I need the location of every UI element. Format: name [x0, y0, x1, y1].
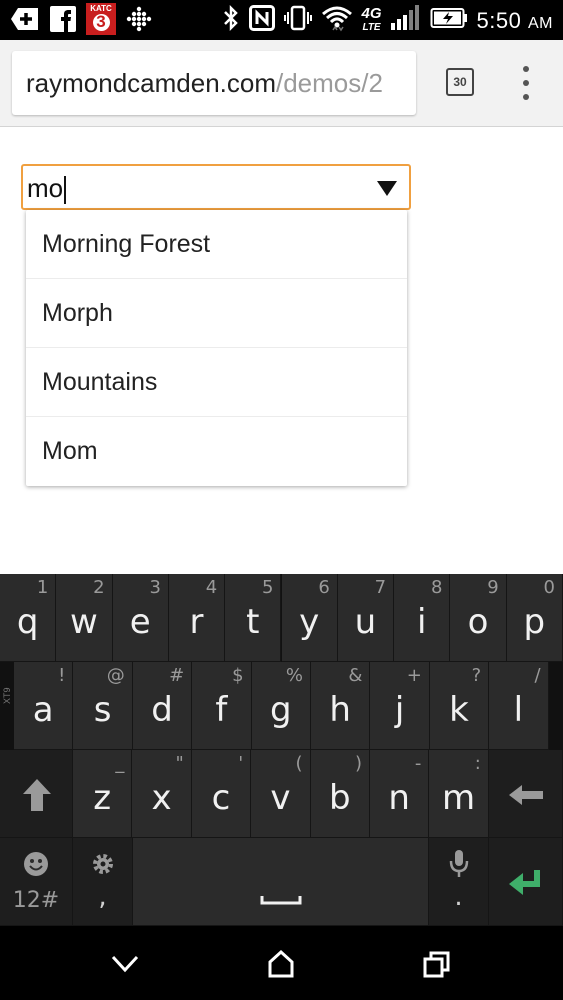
- key-s[interactable]: @ s: [73, 662, 133, 750]
- key-l[interactable]: / l: [489, 662, 549, 750]
- dropdown-arrow-icon[interactable]: [377, 181, 397, 196]
- status-bar: KATC 3 4G LTE 5:50 AM: [0, 0, 563, 40]
- key-q[interactable]: 1q: [0, 574, 57, 662]
- soft-keyboard: 1q2w3e4r5t6y7u8i9o0p ! a @ s # d $ f% g & h + j? k / l …: [0, 574, 563, 926]
- key-n[interactable]: -n: [370, 750, 430, 838]
- address-bar[interactable]: raymondcamden.com/demos/2: [12, 51, 416, 115]
- settings-comma-key[interactable]: ,: [73, 838, 133, 926]
- bluetooth-icon: [222, 4, 240, 36]
- symbols-emoji-key[interactable]: 12#: [0, 838, 73, 926]
- dots-grid-icon: [124, 4, 154, 34]
- key-w[interactable]: 2w: [56, 574, 113, 662]
- suggestion-list: Morning Forest Morph Mountains Mom: [26, 210, 407, 486]
- url-host: raymondcamden.com: [26, 68, 276, 98]
- space-key[interactable]: [133, 838, 429, 926]
- key-h[interactable]: & h: [311, 662, 371, 750]
- vibrate-icon: [283, 5, 312, 36]
- key-o[interactable]: 9o: [450, 574, 507, 662]
- emoji-icon: [24, 852, 48, 876]
- key-y[interactable]: 6y: [281, 574, 338, 662]
- key-u[interactable]: 7u: [337, 574, 395, 662]
- microphone-icon: [449, 850, 469, 877]
- facebook-icon: [48, 4, 78, 34]
- input-value: mo: [27, 173, 64, 203]
- key-e[interactable]: 3e: [112, 574, 169, 662]
- key-j[interactable]: + j: [370, 662, 430, 750]
- gear-icon: [93, 854, 113, 874]
- key-a[interactable]: ! a: [14, 662, 74, 750]
- suggestion-item[interactable]: Mountains: [26, 348, 407, 417]
- navigation-bar: [0, 926, 563, 1000]
- key-z[interactable]: _ z: [73, 750, 133, 838]
- xt9-label: XT9: [2, 687, 12, 704]
- suggestion-item[interactable]: Morph: [26, 279, 407, 348]
- overflow-menu-icon[interactable]: [514, 66, 538, 100]
- enter-icon: [509, 870, 540, 895]
- url-text: raymondcamden.com/demos/2: [26, 68, 383, 99]
- key-m[interactable]: :m: [429, 750, 489, 838]
- tab-switcher-button[interactable]: 30: [446, 68, 474, 96]
- browser-toolbar: raymondcamden.com/demos/2 30: [0, 40, 563, 127]
- wifi-icon: [321, 4, 353, 37]
- clock: 5:50 AM: [476, 7, 553, 33]
- suggestion-item[interactable]: Mom: [26, 417, 407, 486]
- key-d[interactable]: # d: [132, 662, 193, 750]
- key-k[interactable]: ? k: [429, 662, 490, 750]
- enter-key[interactable]: [489, 838, 563, 926]
- recent-apps-icon[interactable]: [417, 944, 457, 984]
- key-c[interactable]: ' c: [191, 750, 252, 838]
- 4g-lte-icon: 4G LTE: [361, 4, 382, 33]
- key-x[interactable]: " x: [132, 750, 192, 838]
- key-p[interactable]: 0p: [506, 574, 563, 662]
- home-icon[interactable]: [261, 944, 301, 984]
- key-b[interactable]: ) b: [310, 750, 370, 838]
- backspace-key[interactable]: [489, 750, 563, 838]
- key-g[interactable]: % g: [251, 662, 311, 750]
- back-chevron-icon[interactable]: [105, 944, 145, 984]
- url-path: /demos/2: [276, 68, 383, 98]
- katc-news-icon: KATC 3: [86, 3, 116, 35]
- signal-icon: [390, 5, 421, 36]
- suggestion-item[interactable]: Morning Forest: [26, 210, 407, 279]
- shift-key[interactable]: [0, 750, 73, 838]
- battery-charging-icon: [430, 7, 468, 34]
- nfc-icon: [248, 5, 275, 36]
- key-v[interactable]: (v: [251, 750, 311, 838]
- key-f[interactable]: $ f: [192, 662, 252, 750]
- key-t[interactable]: 5t: [225, 574, 282, 662]
- space-bar-icon: [260, 896, 302, 905]
- voice-period-key[interactable]: .: [429, 838, 489, 926]
- add-notification-icon: [10, 4, 40, 34]
- key-r[interactable]: 4r: [168, 574, 226, 662]
- text-caret: [64, 176, 67, 205]
- key-i[interactable]: 8i: [394, 574, 451, 662]
- autocomplete-input[interactable]: mo: [21, 164, 411, 210]
